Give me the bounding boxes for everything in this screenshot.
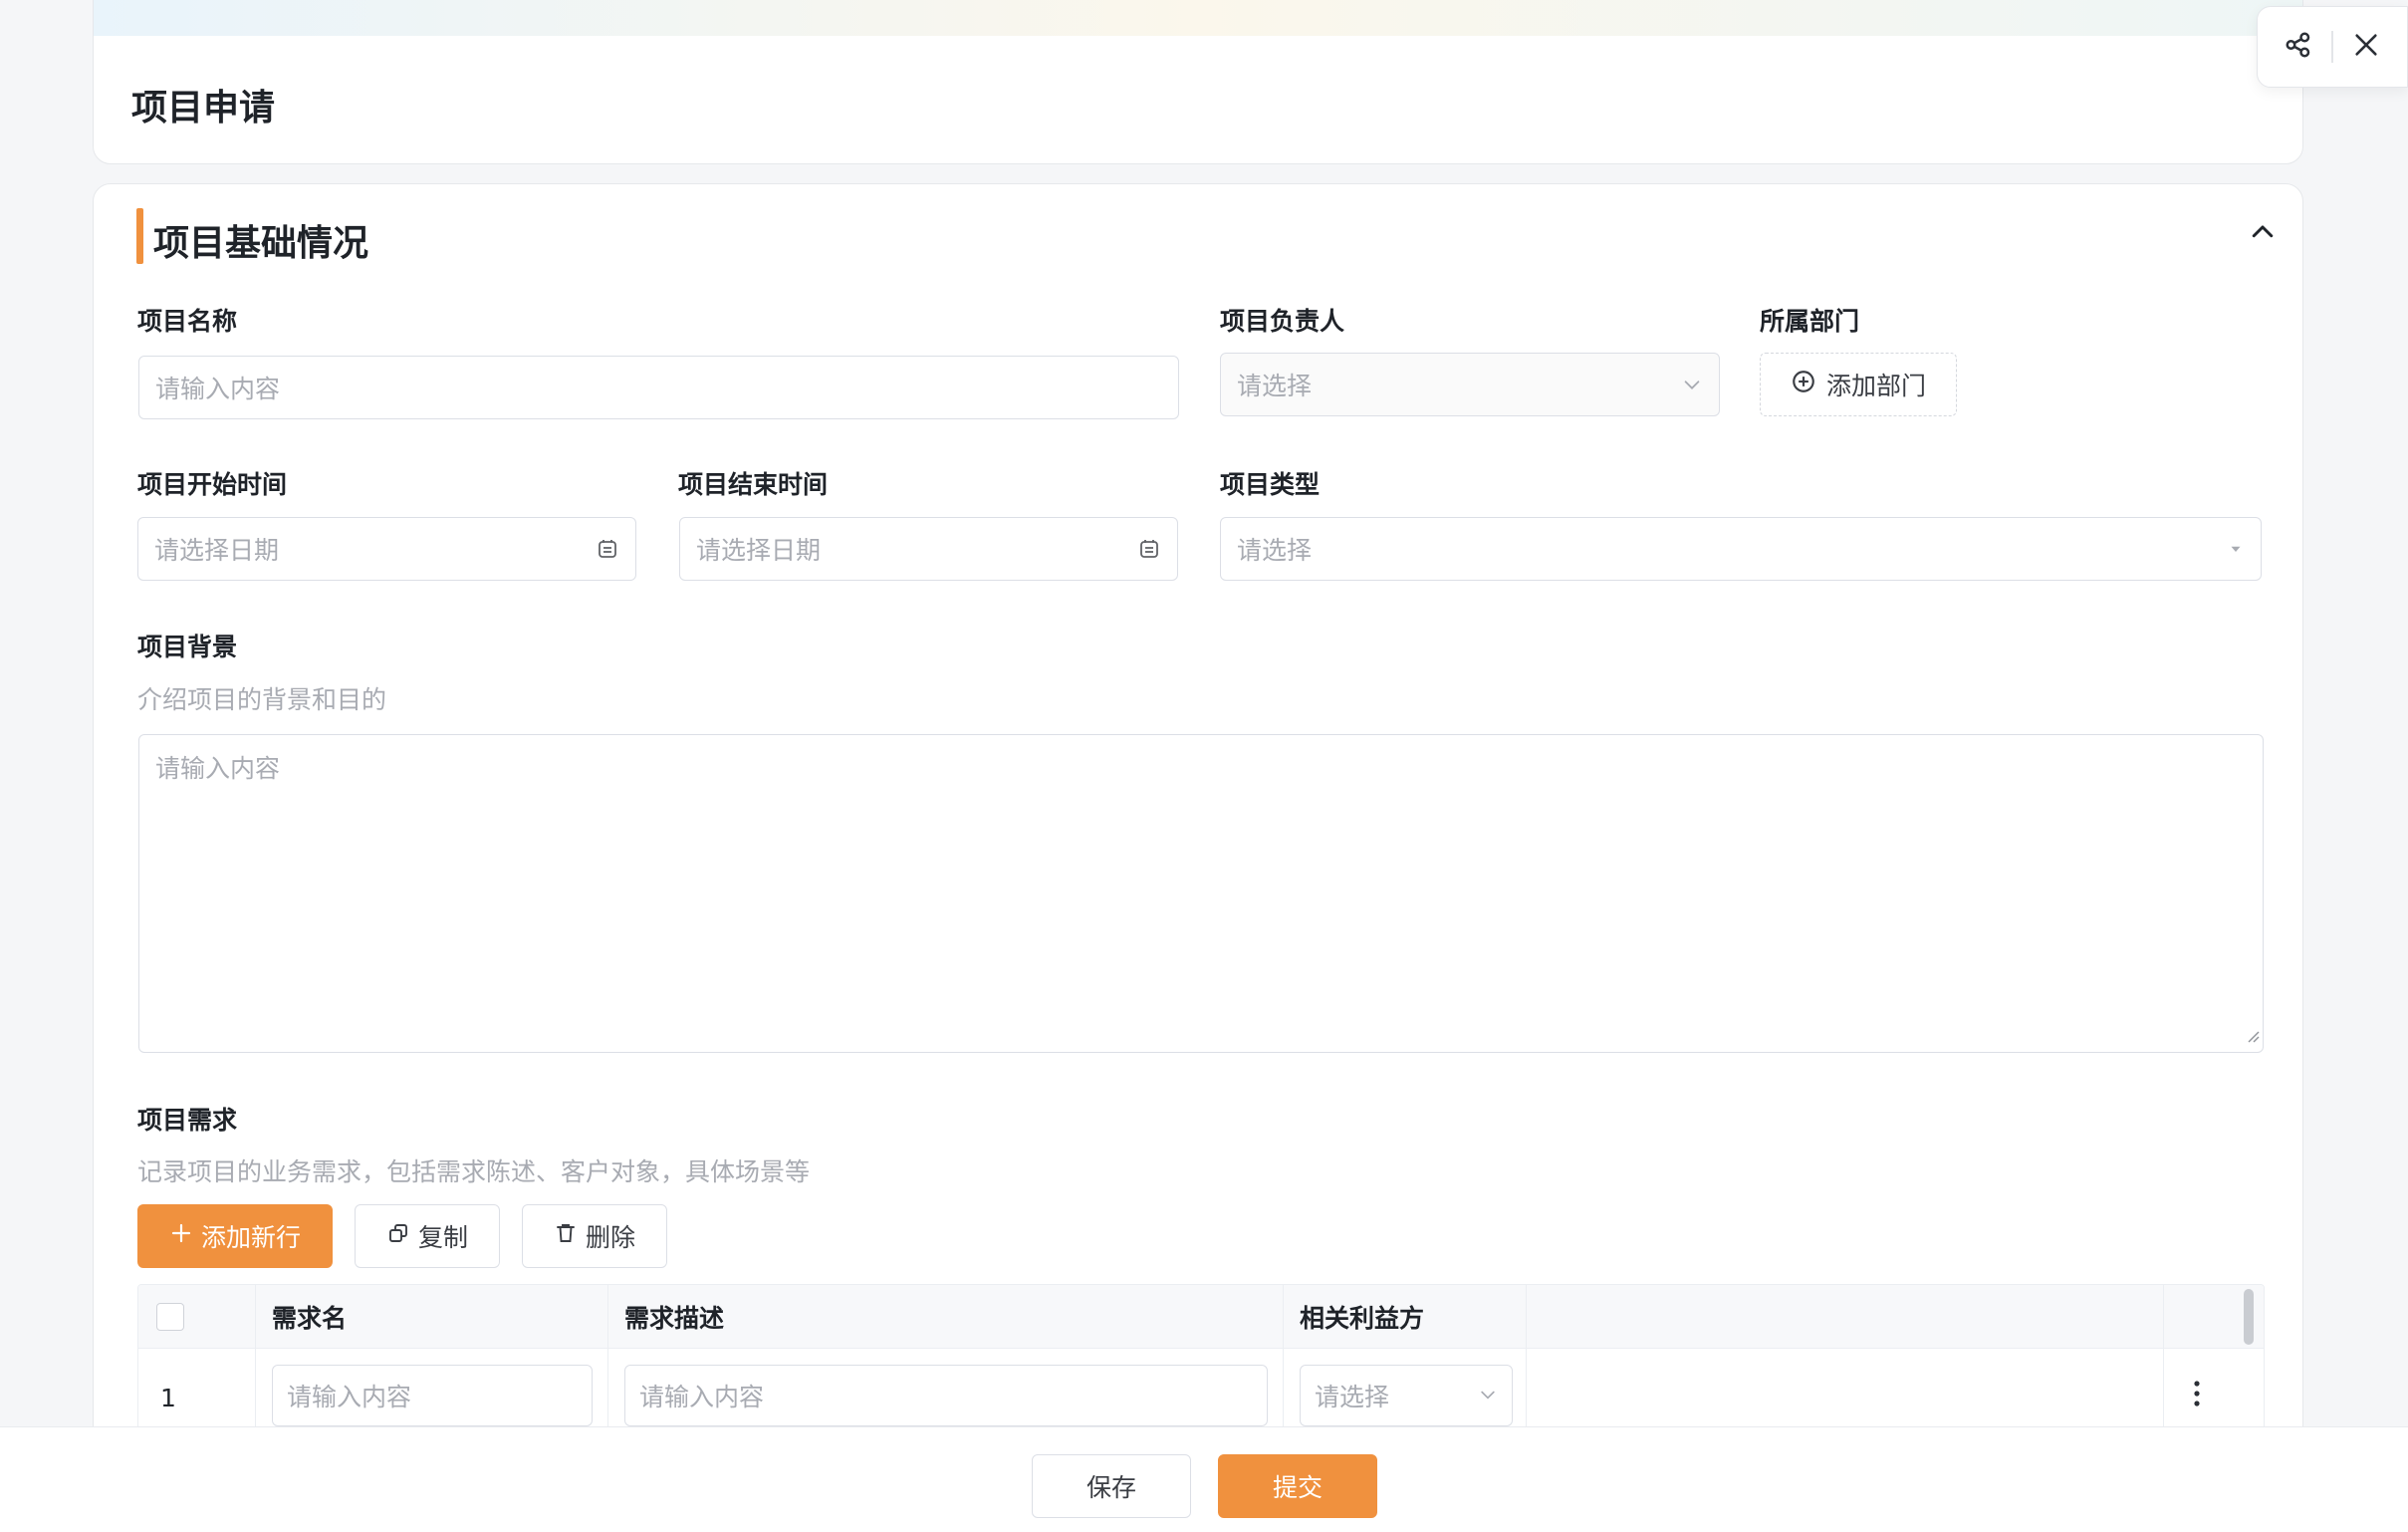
row-index: 1 <box>160 1384 176 1412</box>
requirements-label: 项目需求 <box>137 1106 238 1135</box>
stakeholder-select[interactable]: 请选择 <box>1300 1365 1513 1426</box>
footer-bar: 保存 提交 <box>0 1426 2408 1532</box>
project-type-label: 项目类型 <box>1220 470 1321 499</box>
form-card: 项目基础情况 项目名称 请输入内容 项目负责人 请选择 所属部门 添加部门 项目… <box>93 183 2303 1532</box>
background-textarea[interactable]: 请输入内容 <box>138 734 2264 1053</box>
table-scrollbar[interactable] <box>2244 1289 2254 1345</box>
copy-button[interactable]: 复制 <box>355 1204 500 1268</box>
project-name-label: 项目名称 <box>137 307 238 336</box>
department-label: 所属部门 <box>1760 307 1860 336</box>
share-button[interactable] <box>2277 25 2320 69</box>
chevron-down-icon <box>1478 1382 1498 1410</box>
header-card: 项目申请 <box>93 0 2303 164</box>
page-title: 项目申请 <box>131 88 276 128</box>
section-title: 项目基础情况 <box>153 223 369 264</box>
requirements-hint: 记录项目的业务需求，包括需求陈述、客户对象，具体场景等 <box>137 1157 811 1186</box>
calendar-icon <box>1137 537 1161 561</box>
column-header-name: 需求名 <box>256 1285 608 1349</box>
table-header: 需求名 需求描述 相关利益方 <box>138 1285 2264 1349</box>
project-owner-select[interactable]: 请选择 <box>1220 353 1720 416</box>
start-date-label: 项目开始时间 <box>137 470 288 499</box>
close-button[interactable] <box>2344 25 2388 69</box>
save-button[interactable]: 保存 <box>1032 1454 1191 1518</box>
more-vertical-icon <box>2193 1380 2201 1411</box>
column-header-description: 需求描述 <box>608 1285 1284 1349</box>
caret-down-icon <box>2227 540 2245 558</box>
project-type-select[interactable]: 请选择 <box>1220 517 2262 581</box>
chevron-down-icon <box>1681 374 1703 395</box>
add-department-button[interactable]: 添加部门 <box>1760 353 1957 416</box>
column-header-stakeholder: 相关利益方 <box>1284 1285 1527 1349</box>
plus-icon <box>169 1221 193 1251</box>
trash-icon <box>554 1221 578 1251</box>
select-all-checkbox[interactable] <box>156 1303 184 1331</box>
close-icon <box>2352 31 2380 63</box>
requirement-name-input[interactable]: 请输入内容 <box>272 1365 593 1426</box>
delete-button[interactable]: 删除 <box>522 1204 667 1268</box>
share-icon <box>2284 30 2313 64</box>
chevron-up-icon <box>2248 217 2278 251</box>
end-date-picker[interactable]: 请选择日期 <box>679 517 1178 581</box>
project-owner-label: 项目负责人 <box>1220 307 1345 336</box>
collapse-button[interactable] <box>2241 212 2285 256</box>
plus-circle-icon <box>1791 369 1816 400</box>
start-date-picker[interactable]: 请选择日期 <box>137 517 636 581</box>
requirement-description-input[interactable]: 请输入内容 <box>624 1365 1268 1426</box>
project-name-input[interactable]: 请输入内容 <box>138 356 1179 419</box>
resize-handle-icon[interactable] <box>2244 1020 2260 1049</box>
floating-toolbar <box>2257 6 2408 88</box>
add-department-label: 添加部门 <box>1825 372 1926 400</box>
toolbar-divider <box>2330 31 2333 63</box>
column-header-empty <box>1527 1285 2164 1349</box>
select-all-cell <box>138 1285 256 1349</box>
section-accent-bar <box>136 208 143 264</box>
add-row-button[interactable]: 添加新行 <box>137 1204 333 1268</box>
copy-icon <box>386 1221 410 1251</box>
background-label: 项目背景 <box>137 633 238 661</box>
calendar-icon <box>596 537 619 561</box>
background-hint: 介绍项目的背景和目的 <box>137 685 387 714</box>
end-date-label: 项目结束时间 <box>678 470 829 499</box>
submit-button[interactable]: 提交 <box>1218 1454 1377 1518</box>
row-more-button[interactable] <box>2182 1371 2212 1420</box>
header-gradient <box>94 0 2302 36</box>
